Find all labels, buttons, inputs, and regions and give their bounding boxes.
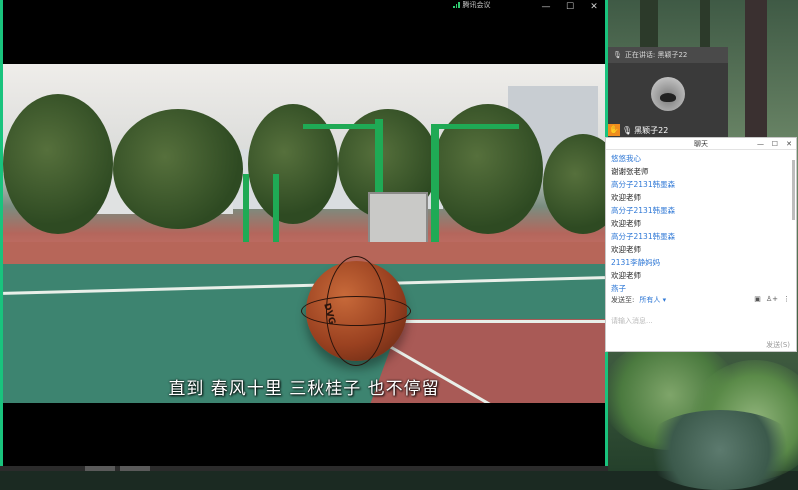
participant-label: ✋ 🎙 黑颖子22 (608, 124, 669, 136)
chat-message: 欢迎老师 (611, 219, 641, 228)
video-tree (248, 104, 338, 224)
meeting-window: 腾讯会议 — ☐ ✕ DVG 直到 春风十里 三秋桂子 也不停留 (0, 0, 608, 471)
chat-title-bar: 聊天 — ☐ ✕ (606, 138, 796, 150)
chat-sender: 高分子2131韩墨森 (611, 232, 676, 241)
window-border (0, 0, 3, 471)
chat-message: 欢迎老师 (611, 245, 641, 254)
chat-minimize-button[interactable]: — (757, 138, 764, 150)
image-icon[interactable]: ▣ (754, 295, 761, 303)
tree-trunk (745, 0, 767, 150)
chat-window: 聊天 — ☐ ✕ 悠悠我心 谢谢张老师 高分子2131韩墨森 欢迎老师 高分子2… (605, 137, 797, 352)
user-add-icon[interactable]: ♙+ (766, 295, 778, 303)
close-button[interactable]: ✕ (584, 0, 604, 15)
chat-message: 欢迎老师 (611, 193, 641, 202)
send-to-target[interactable]: 所有人 ▾ (639, 295, 666, 305)
chat-tools: ▣ ♙+ ⋮ (754, 295, 790, 303)
window-title: 腾讯会议 (453, 0, 491, 10)
hoop-pole (243, 174, 249, 244)
taskbar-item[interactable] (85, 466, 115, 471)
tree-trunk (700, 0, 710, 50)
taskbar-item[interactable] (120, 466, 150, 471)
maximize-button[interactable]: ☐ (560, 0, 580, 15)
fern-foliage (640, 410, 798, 490)
chat-message: 欢迎老师 (611, 271, 641, 280)
video-tree (3, 94, 113, 234)
chat-sender: 燕子 (611, 284, 626, 293)
hoop-arm (439, 124, 519, 129)
shared-video: DVG 直到 春风十里 三秋桂子 也不停留 (3, 64, 605, 403)
chat-sender: 悠悠我心 (611, 154, 641, 163)
chat-scrollbar[interactable] (792, 160, 795, 220)
basketball: DVG (301, 256, 411, 366)
mic-icon: 🎙 (622, 125, 633, 135)
send-to-label: 发送至: (611, 296, 635, 304)
hoop-arm (303, 124, 379, 129)
chat-maximize-button[interactable]: ☐ (772, 138, 778, 150)
video-tree (113, 109, 243, 229)
hoop-pole (431, 124, 439, 244)
chat-input[interactable] (611, 306, 791, 336)
speaker-status: 🎙 正在讲话: 黑颖子22 (608, 47, 728, 63)
speaker-panel[interactable]: 🎙 正在讲话: 黑颖子22 ✋ 🎙 黑颖子22 (608, 47, 728, 137)
avatar (651, 77, 685, 111)
more-icon[interactable]: ⋮ (783, 295, 790, 303)
chat-message: 谢谢张老师 (611, 167, 649, 176)
hand-icon: ✋ (608, 124, 620, 136)
minimize-button[interactable]: — (536, 0, 556, 15)
video-subtitle: 直到 春风十里 三秋桂子 也不停留 (168, 379, 440, 399)
chat-sender: 高分子2131韩墨森 (611, 206, 676, 215)
chat-sender: 2131李静妈妈 (611, 258, 661, 267)
mic-icon: 🎙 (613, 51, 622, 59)
chat-message-list[interactable]: 悠悠我心 谢谢张老师 高分子2131韩墨森 欢迎老师 高分子2131韩墨森 欢迎… (611, 152, 791, 295)
court-line (398, 320, 605, 323)
signal-icon (453, 2, 460, 8)
chat-close-button[interactable]: ✕ (786, 138, 792, 150)
chat-sender: 高分子2131韩墨森 (611, 180, 676, 189)
send-button[interactable]: 发送(S) (766, 340, 790, 350)
video-trash-bin (368, 192, 428, 246)
chat-title: 聊天 (694, 140, 708, 148)
hoop-pole (273, 174, 279, 244)
send-to-selector[interactable]: 发送至: 所有人 ▾ (611, 295, 666, 305)
